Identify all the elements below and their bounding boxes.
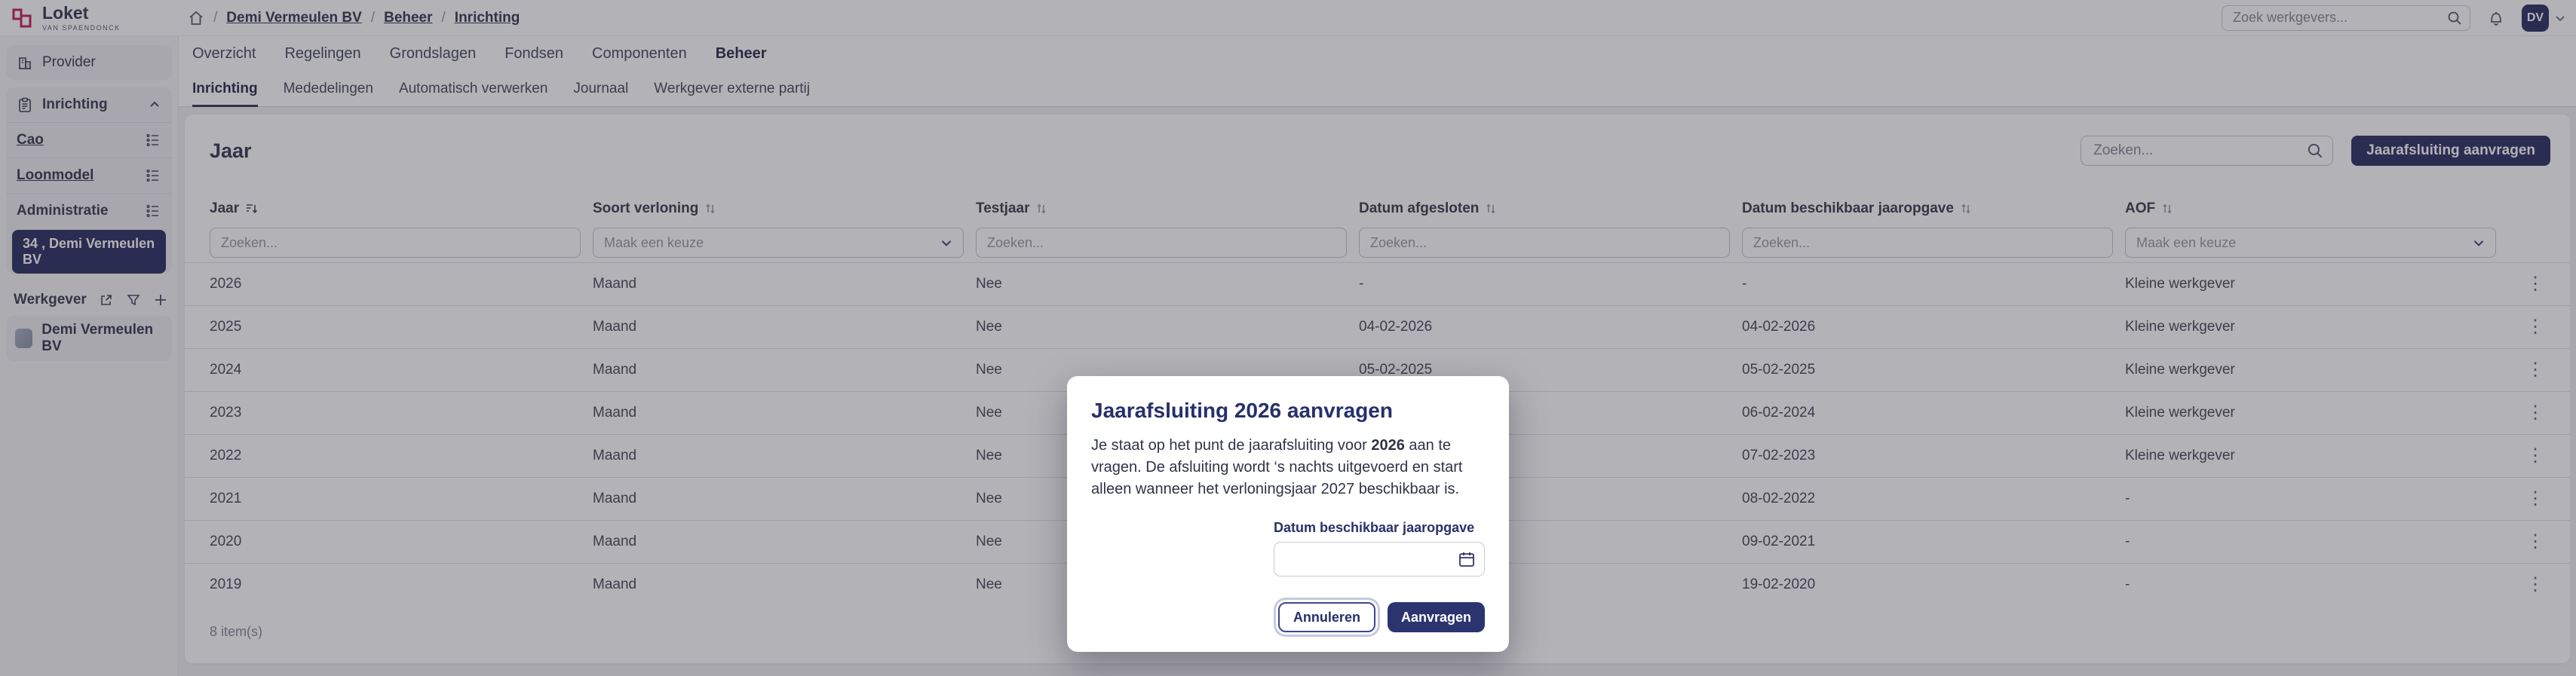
jaarafsluiting-modal: Jaarafsluiting 2026 aanvragen Je staat o… bbox=[1067, 376, 1509, 652]
confirm-aanvragen-button[interactable]: Aanvragen bbox=[1388, 602, 1485, 632]
date-field-label: Datum beschikbaar jaaropgave bbox=[1274, 520, 1485, 536]
cancel-button[interactable]: Annuleren bbox=[1278, 602, 1375, 632]
datum-beschikbaar-jaaropgave-input[interactable] bbox=[1274, 542, 1485, 577]
modal-body-text: Je staat op het punt de jaarafsluiting v… bbox=[1091, 435, 1485, 500]
modal-title: Jaarafsluiting 2026 aanvragen bbox=[1091, 399, 1485, 423]
calendar-icon[interactable] bbox=[1458, 550, 1476, 568]
